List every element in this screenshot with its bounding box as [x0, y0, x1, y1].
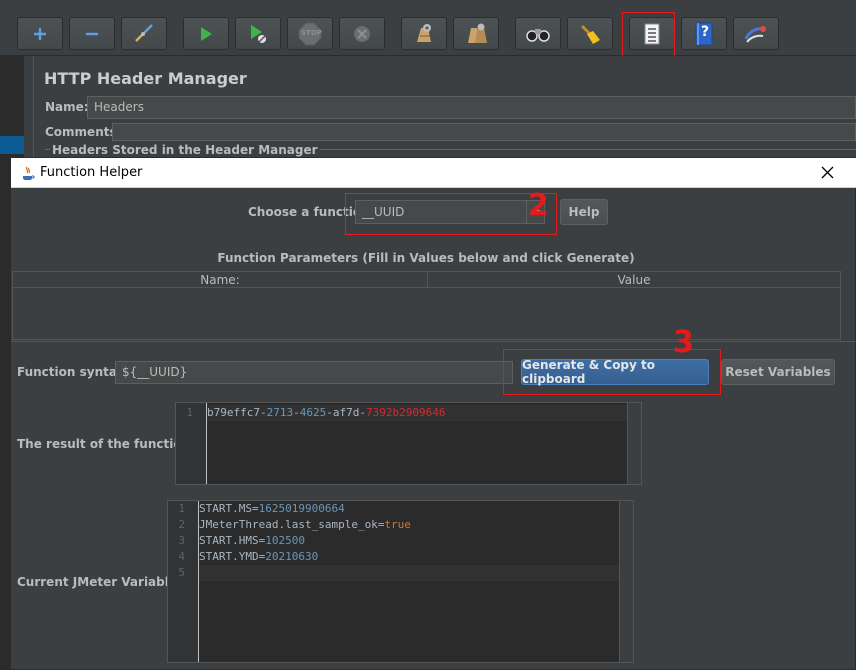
function-helper-dialog: Function Helper Choose a function __UUID…: [10, 157, 856, 670]
variables-editor[interactable]: 1 2 3 4 5 START.MS=1625019900664 JMeterT…: [167, 500, 634, 663]
close-icon[interactable]: [821, 166, 834, 179]
reset-search-icon: [580, 24, 600, 44]
result-text[interactable]: b79effc7-2713-4625-af7d-7392b2909646: [207, 405, 445, 421]
variable-line[interactable]: START.YMD=20210630: [199, 549, 318, 565]
comments-input[interactable]: [112, 123, 856, 141]
line-number: 3: [178, 534, 185, 547]
remote-icon: [744, 25, 767, 43]
variable-line[interactable]: START.HMS=102500: [199, 533, 305, 549]
help-button[interactable]: ?: [681, 17, 727, 50]
headers-section-label: Headers Stored in the Header Manager: [50, 143, 320, 157]
function-syntax-input[interactable]: ${__UUID}: [115, 361, 513, 384]
result-editor[interactable]: 1 b79effc7-2713-4625-af7d-7392b2909646: [175, 402, 642, 485]
column-name[interactable]: Name:: [13, 272, 428, 287]
column-value[interactable]: Value: [428, 272, 840, 287]
annotation-number-3: 3: [673, 325, 694, 360]
parameters-table-body[interactable]: [12, 288, 841, 340]
comments-label: Comments:: [45, 125, 122, 139]
line-number: 5: [178, 566, 185, 579]
start-button[interactable]: [183, 17, 229, 50]
function-parameters-title: Function Parameters (Fill in Values belo…: [217, 251, 635, 265]
line-number: 1: [178, 502, 185, 515]
toggle-button[interactable]: [121, 17, 167, 50]
remove-icon: [86, 32, 98, 35]
line-number: 2: [178, 518, 185, 531]
search-icon: [526, 28, 550, 42]
dialog-title: Function Helper: [40, 165, 143, 180]
shutdown-icon: [354, 25, 370, 42]
reset-search-button[interactable]: [567, 17, 613, 50]
start-icon: [201, 26, 212, 41]
clear-button[interactable]: [401, 17, 447, 50]
result-gutter: 1: [176, 403, 207, 484]
clear-all-button[interactable]: [453, 17, 499, 50]
help-function-button[interactable]: Help: [560, 199, 608, 225]
clear-icon: [417, 23, 431, 42]
dialog-title-bar: Function Helper: [11, 158, 856, 188]
clear-all-icon: [468, 23, 487, 43]
reset-variables-button[interactable]: Reset Variables: [721, 359, 835, 385]
add-icon: [34, 27, 46, 40]
remove-button[interactable]: [69, 17, 115, 50]
shutdown-button[interactable]: [339, 17, 385, 50]
stop-button[interactable]: STOP: [287, 17, 333, 50]
name-label: Name:: [45, 100, 89, 114]
annotation-number-2: 2: [528, 188, 549, 223]
toggle-icon: [135, 23, 153, 42]
search-button[interactable]: [515, 17, 561, 50]
variables-gutter: 1 2 3 4 5: [168, 501, 199, 662]
start-no-pause-icon: [251, 24, 266, 43]
current-line-highlight: [199, 565, 619, 581]
variable-line[interactable]: JMeterThread.last_sample_ok=true: [199, 517, 411, 533]
result-scrollbar[interactable]: [627, 403, 641, 484]
annotation-box-1: [622, 12, 675, 60]
annotation-box-2: [345, 193, 557, 235]
page-title: HTTP Header Manager: [44, 69, 247, 88]
variable-line[interactable]: START.MS=1625019900664: [199, 501, 345, 517]
parameters-table-header: Name: Value: [12, 271, 841, 288]
line-number: 4: [178, 550, 185, 563]
java-icon: [23, 166, 35, 180]
start-no-pause-button[interactable]: [235, 17, 281, 50]
name-input[interactable]: Headers: [87, 96, 856, 119]
toolbar: STOP ?: [0, 0, 856, 56]
function-syntax-label: Function syntax:: [17, 365, 130, 379]
tree-selected-row[interactable]: [0, 136, 24, 154]
divider: [11, 341, 856, 342]
stop-label: STOP: [301, 29, 322, 37]
help-label: ?: [701, 24, 710, 40]
variables-scrollbar[interactable]: [619, 501, 633, 662]
add-button[interactable]: [17, 17, 63, 50]
result-line-number: 1: [186, 406, 193, 419]
variables-label: Current JMeter Variables: [17, 575, 185, 589]
remote-button[interactable]: [733, 17, 779, 50]
